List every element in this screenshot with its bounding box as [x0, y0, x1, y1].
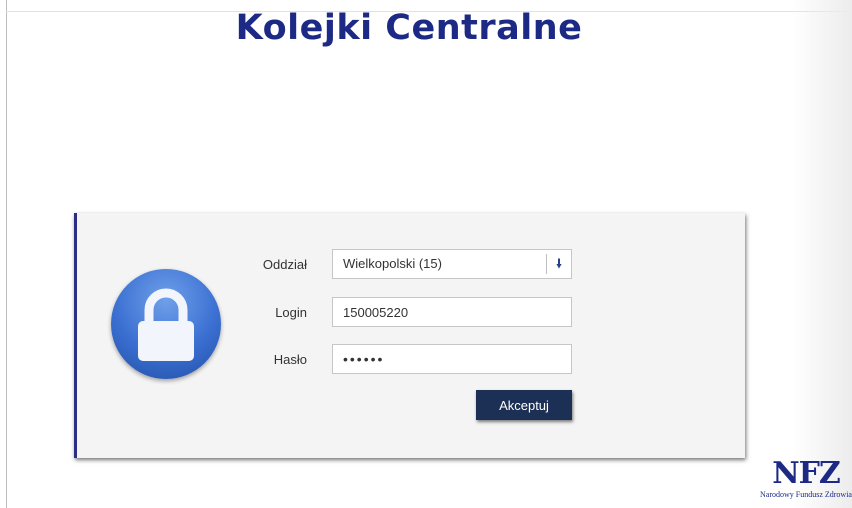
haslo-label: Hasło: [273, 352, 307, 367]
login-input[interactable]: [332, 297, 572, 327]
arrow-down-icon[interactable]: 🠛: [546, 254, 571, 274]
submit-button[interactable]: Akceptuj: [476, 390, 572, 420]
oddzial-select-value: Wielkopolski (15): [343, 256, 442, 271]
logo-mark: NFZ: [772, 456, 841, 491]
right-edge-shade: [792, 0, 852, 508]
login-label: Login: [275, 305, 307, 320]
oddzial-label: Oddział: [262, 257, 307, 272]
oddzial-select[interactable]: Wielkopolski (15) 🠛: [332, 249, 572, 279]
frame-border-left: [6, 0, 7, 508]
page-title: Kolejki Centralne: [235, 8, 583, 48]
password-mask: ••••••: [343, 351, 385, 367]
padlock-icon: [111, 269, 221, 379]
nfz-logo: NFZ Narodowy Fundusz Zdrowia: [760, 458, 852, 508]
password-input[interactable]: ••••••: [332, 344, 572, 374]
logo-subtitle: Narodowy Fundusz Zdrowia: [760, 490, 852, 499]
login-panel: Oddział Wielkopolski (15) 🠛 Login Hasło …: [74, 213, 745, 458]
